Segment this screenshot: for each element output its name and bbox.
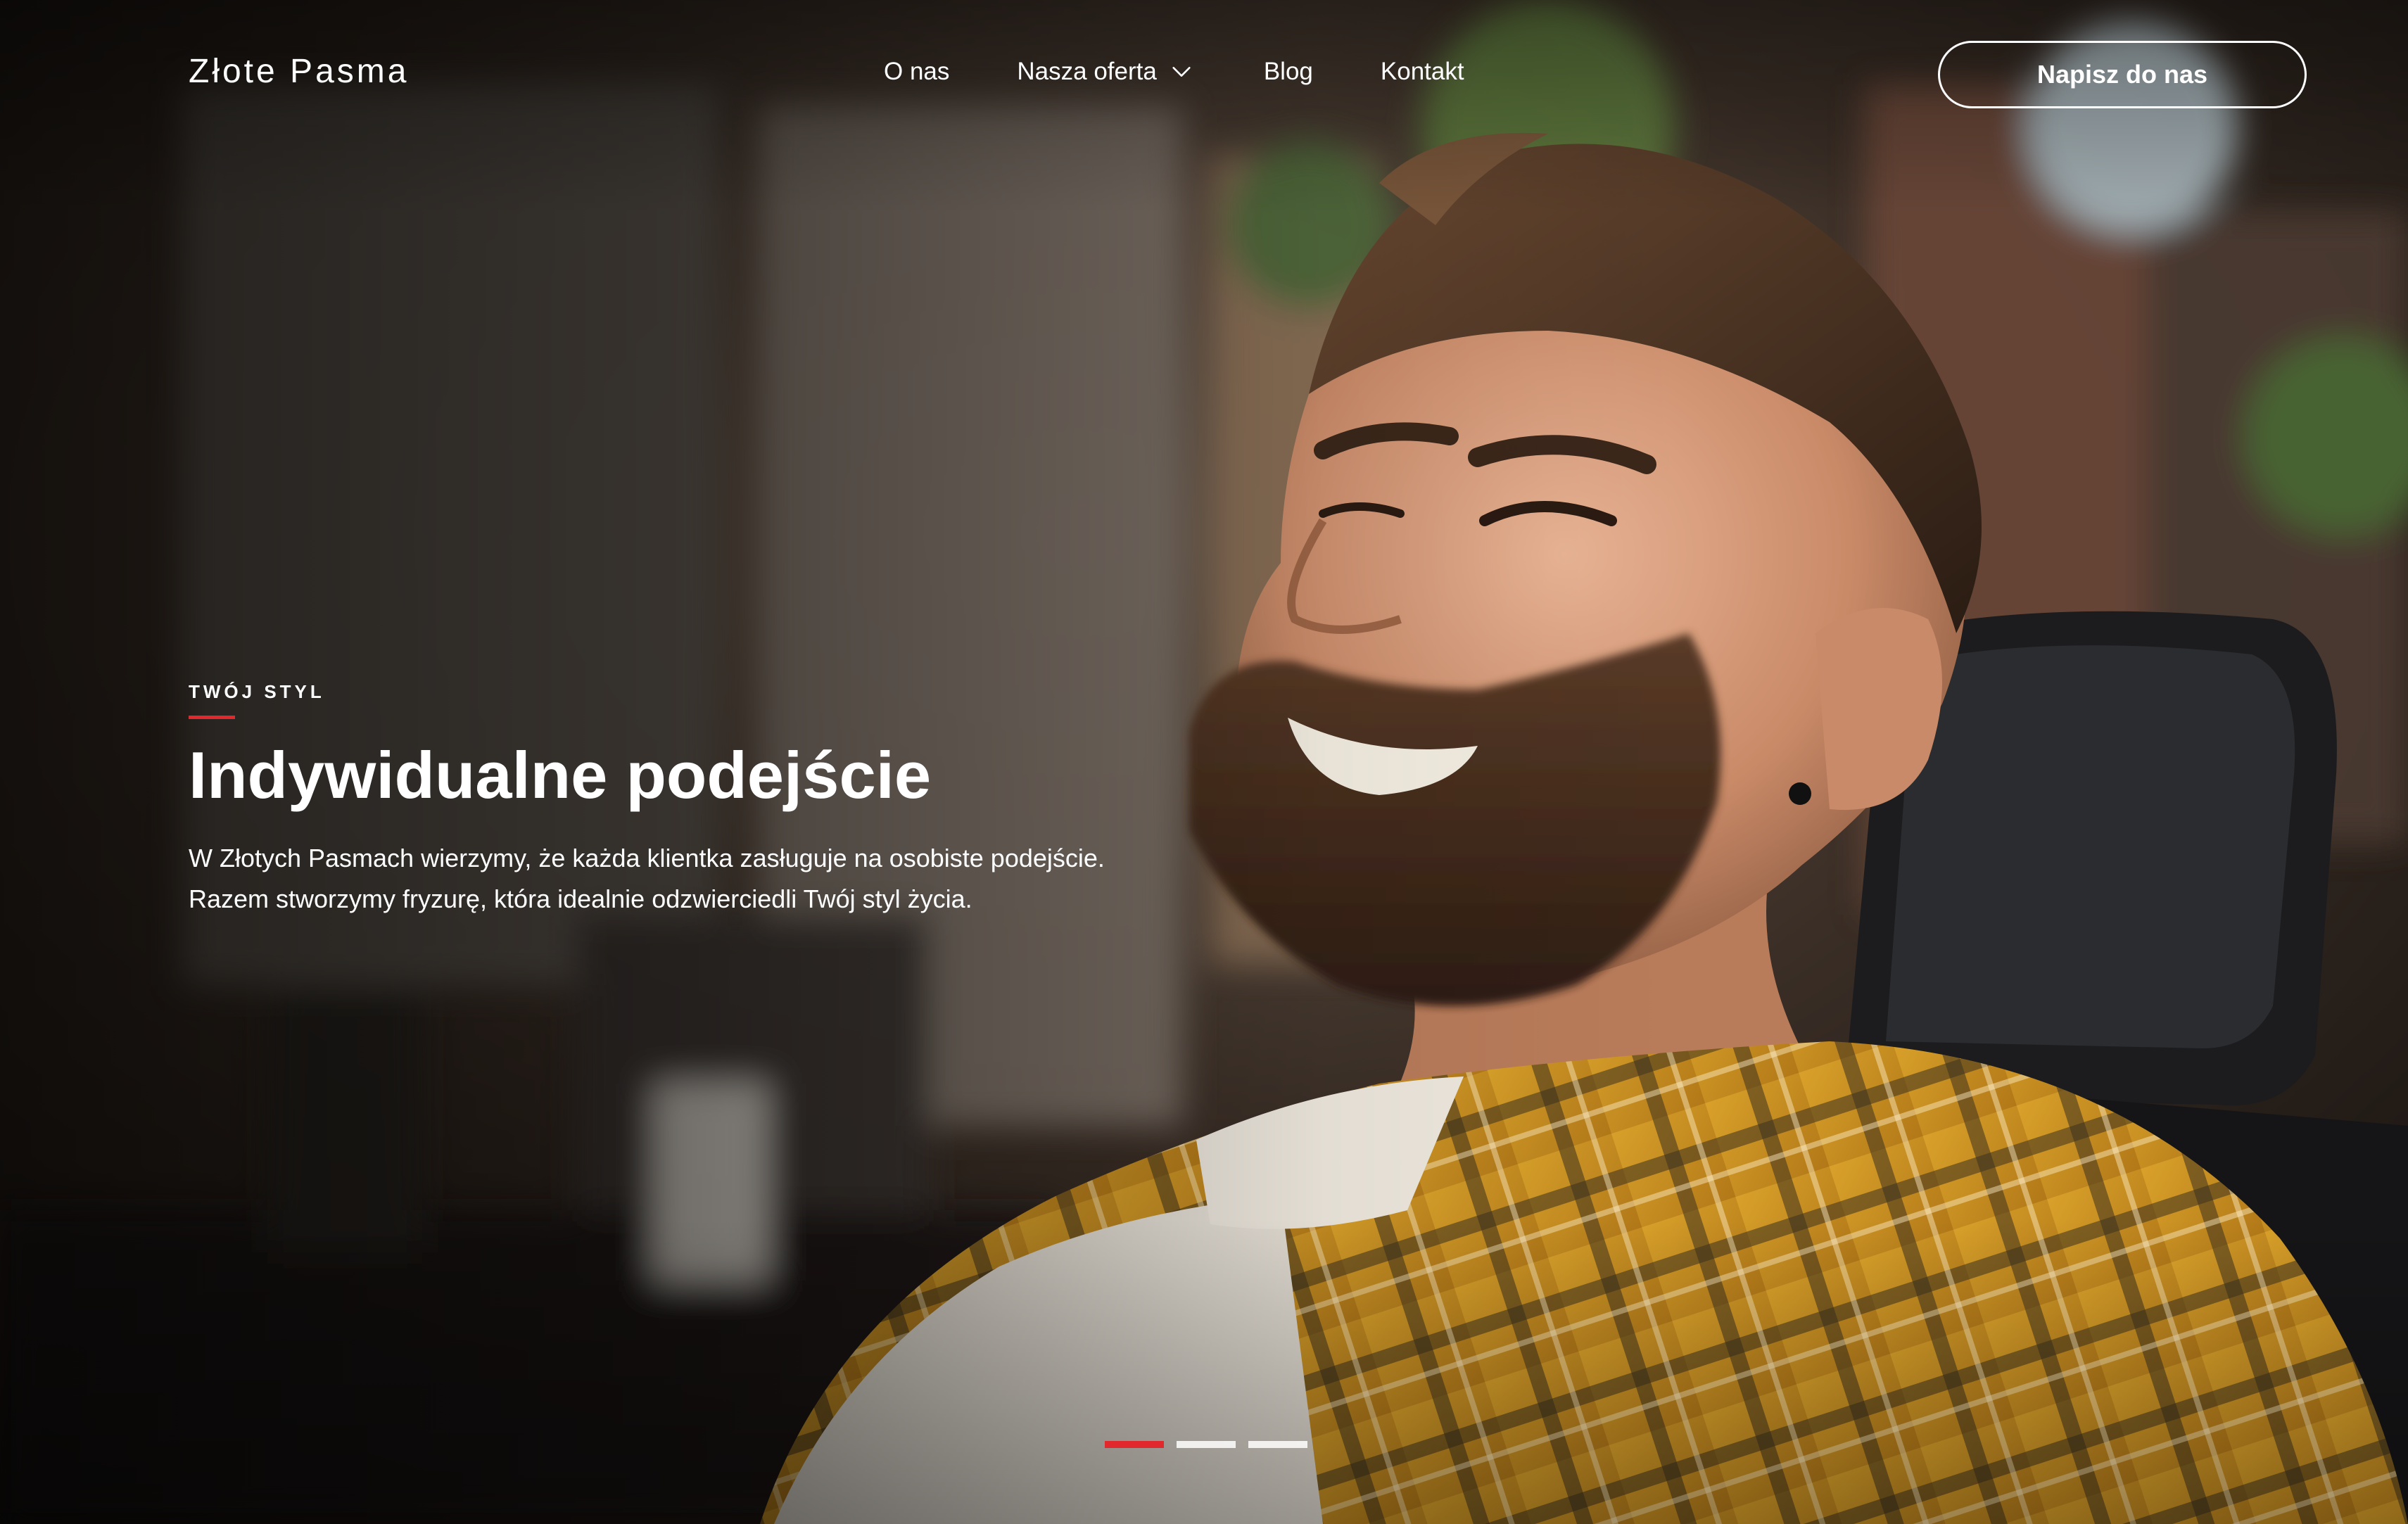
nav-link-nasza-oferta[interactable]: Nasza oferta	[1017, 58, 1193, 86]
brand-logo[interactable]: Złote Pasma	[189, 52, 409, 91]
chevron-down-icon	[1172, 67, 1191, 77]
hero-content: TWÓJ STYL Indywidualne podejście W Złoty…	[189, 681, 1244, 920]
hero-description-line-2: Razem stworzymy fryzurę, która idealnie …	[189, 884, 972, 913]
hero-eyebrow: TWÓJ STYL	[189, 681, 325, 702]
main-nav: O nas Nasza oferta Blog Kontakt	[884, 58, 1464, 86]
site-header: Złote Pasma O nas Nasza oferta Blog Kont…	[0, 0, 2408, 149]
slider-pagination	[1105, 1441, 1320, 1448]
slider-dot-1[interactable]	[1105, 1441, 1164, 1448]
eyebrow-accent-line	[189, 716, 235, 719]
contact-cta-button[interactable]: Napisz do nas	[1938, 41, 2307, 108]
hero-description-line-1: W Złotych Pasmach wierzymy, że każda kli…	[189, 843, 1105, 872]
nav-link-kontakt[interactable]: Kontakt	[1381, 58, 1464, 86]
hero-description: W Złotych Pasmach wierzymy, że każda kli…	[189, 838, 1244, 920]
hero-title: Indywidualne podejście	[189, 738, 932, 812]
hero-section: Złote Pasma O nas Nasza oferta Blog Kont…	[0, 0, 2408, 1524]
slider-dot-2[interactable]	[1177, 1441, 1236, 1448]
slider-dot-3[interactable]	[1248, 1441, 1307, 1448]
nav-link-o-nas[interactable]: O nas	[884, 58, 949, 86]
nav-link-blog[interactable]: Blog	[1264, 58, 1313, 86]
nav-link-nasza-oferta-label: Nasza oferta	[1017, 58, 1157, 85]
